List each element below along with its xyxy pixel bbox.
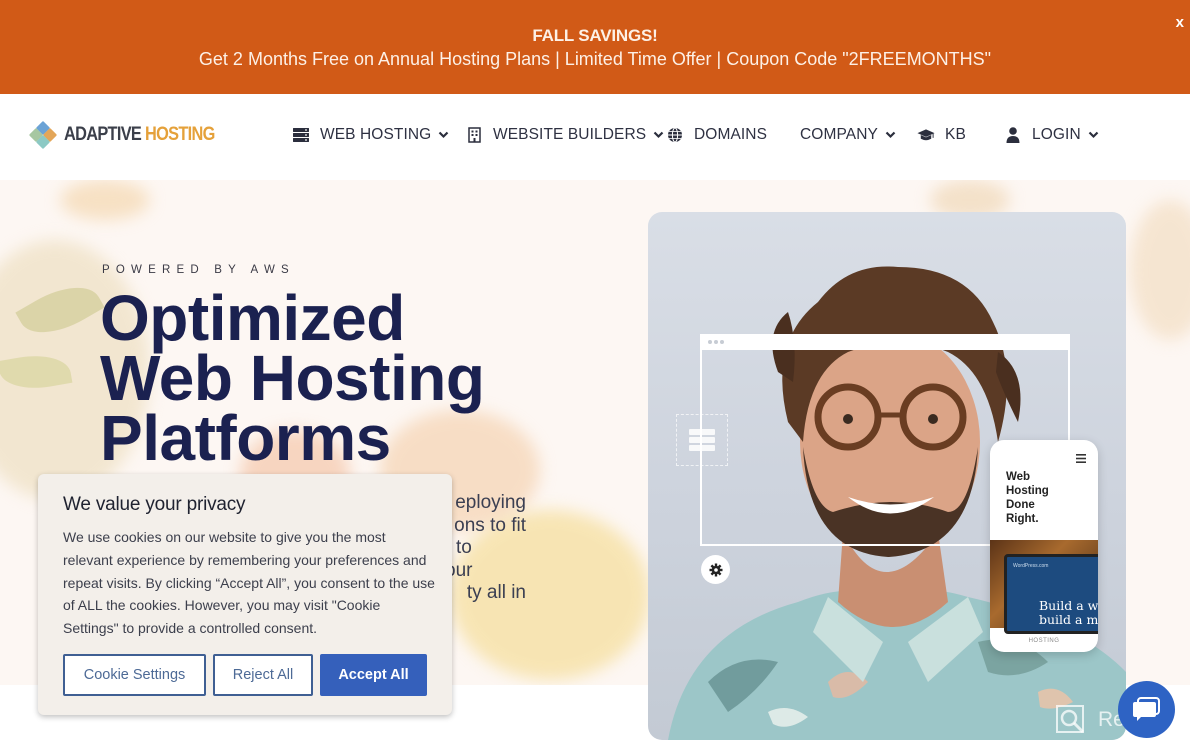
headline-line: Web Hosting — [100, 342, 485, 414]
user-icon — [1004, 126, 1022, 144]
server-icon — [292, 126, 310, 144]
phone-title-line: Right. — [1006, 513, 1039, 525]
nav-web-hosting[interactable]: WEB HOSTING — [292, 126, 450, 144]
nav-domains-label: DOMAINS — [694, 126, 768, 143]
phone-title-line: Hosting — [1006, 485, 1049, 497]
chat-bubble-icon — [1132, 696, 1160, 721]
phone-title-line: Web — [1006, 471, 1031, 483]
logo-text-hosting: HOSTING — [144, 124, 215, 145]
screen-headline: Build a we build a mo — [1039, 599, 1098, 627]
promo-close-button[interactable]: x — [1176, 14, 1184, 31]
cookie-title: We value your privacy — [63, 494, 246, 515]
settings-gear-icon — [701, 555, 730, 584]
background-leaf-decoration — [60, 180, 150, 220]
nav-company[interactable]: COMPANY — [800, 126, 897, 144]
logo-mark-icon — [28, 120, 58, 150]
promo-banner: FALL SAVINGS! Get 2 Months Free on Annua… — [0, 0, 1190, 94]
phone-footer: HOSTING — [1028, 638, 1060, 644]
hamburger-menu-icon — [1076, 450, 1086, 468]
cookie-consent-dialog: We value your privacy We use cookies on … — [38, 474, 452, 715]
background-leaf-decoration — [1130, 200, 1190, 340]
nav-company-label: COMPANY — [800, 126, 878, 143]
chevron-down-icon — [1088, 129, 1100, 141]
chevron-down-icon — [653, 129, 665, 141]
phone-screenshot-image: WordPress.com Build a we build a mo — [990, 540, 1098, 634]
logo-text: ADAPTIVE HOSTING — [64, 124, 215, 146]
globe-icon — [666, 126, 684, 144]
promo-message: Get 2 Months Free on Annual Hosting Plan… — [198, 49, 992, 69]
nav-kb[interactable]: KB — [917, 126, 966, 144]
cookie-body: We use cookies on our website to give yo… — [63, 529, 435, 637]
graduation-cap-icon — [917, 126, 935, 144]
logo-text-adaptive: ADAPTIVE — [64, 124, 142, 145]
nav-website-builders[interactable]: WEBSITE BUILDERS — [465, 126, 665, 144]
hero-image-card: Web Hosting Done Right. WordPress.com Bu… — [648, 212, 1126, 740]
headline-line: Platforms — [100, 402, 391, 474]
browser-mockup-bar — [700, 334, 1070, 350]
chevron-down-icon — [438, 129, 450, 141]
screen-headline-line: build a mo — [1039, 612, 1098, 627]
phone-title: Web Hosting Done Right. — [1006, 470, 1049, 526]
nav-login[interactable]: LOGIN — [1004, 126, 1100, 144]
screen-brand: WordPress.com — [1013, 563, 1049, 569]
reject-all-button[interactable]: Reject All — [213, 654, 313, 696]
nav-login-label: LOGIN — [1032, 126, 1081, 143]
chat-widget-button[interactable] — [1118, 681, 1175, 738]
building-icon — [465, 126, 483, 144]
site-header: ADAPTIVE HOSTING WEB HOSTING WEBSITE BUI… — [0, 94, 1190, 180]
cookie-settings-button[interactable]: Cookie Settings — [63, 654, 206, 696]
nav-website-builders-label: WEBSITE BUILDERS — [493, 126, 647, 143]
accept-all-button[interactable]: Accept All — [320, 654, 427, 696]
nav-kb-label: KB — [945, 126, 966, 143]
laptop-screen: WordPress.com Build a we build a mo — [1004, 554, 1098, 634]
nav-domains[interactable]: DOMAINS — [666, 126, 767, 144]
phone-title-line: Done — [1006, 499, 1035, 511]
logo[interactable]: ADAPTIVE HOSTING — [28, 120, 239, 150]
headline-line: Optimized — [100, 282, 405, 354]
nav-web-hosting-label: WEB HOSTING — [320, 126, 432, 143]
screen-headline-line: Build a we — [1039, 598, 1098, 613]
chevron-down-icon — [885, 129, 897, 141]
watermark-logo-icon — [1056, 705, 1085, 734]
promo-title: FALL SAVINGS! — [532, 26, 658, 45]
server-graphic-icon — [676, 414, 728, 466]
hero-headline: Optimized Web Hosting Platforms — [100, 282, 485, 474]
phone-mockup: Web Hosting Done Right. WordPress.com Bu… — [990, 440, 1098, 652]
eyebrow-text: POWERED BY AWS — [102, 264, 295, 276]
